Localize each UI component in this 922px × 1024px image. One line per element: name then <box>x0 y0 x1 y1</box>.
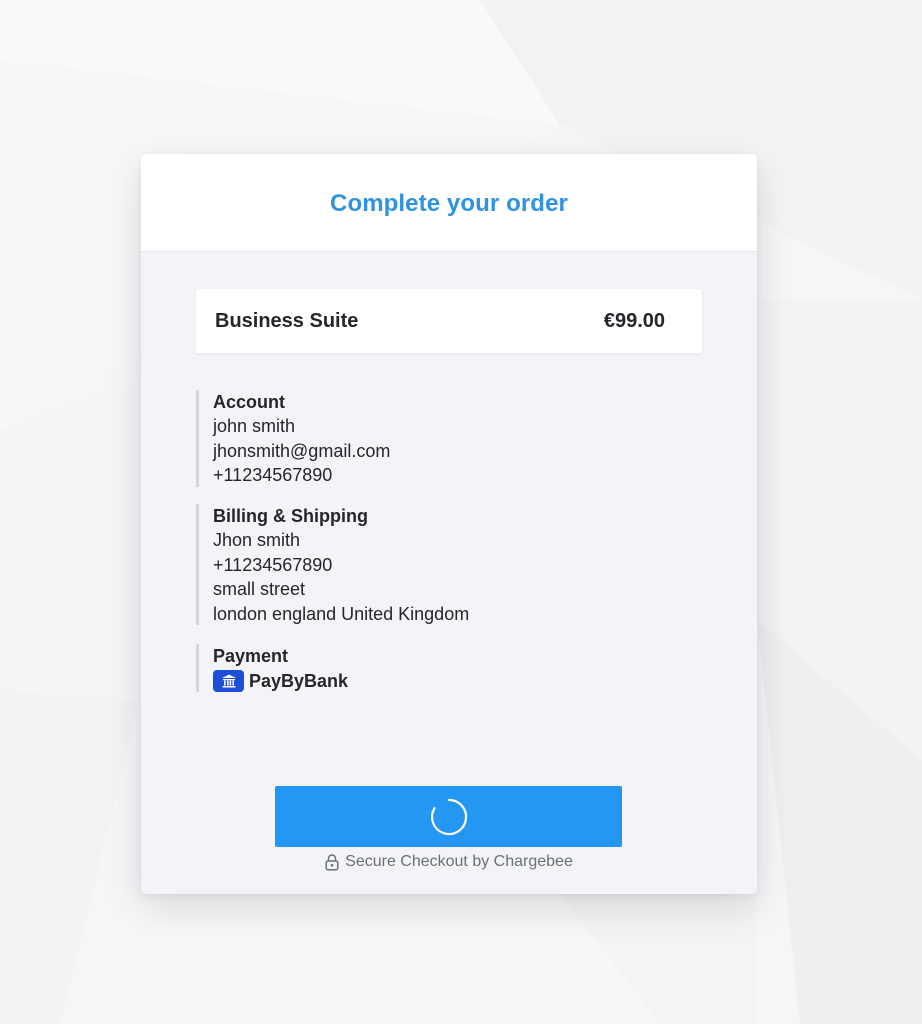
account-title: Account <box>213 392 285 412</box>
billing-city-line: london england United Kingdom <box>213 603 470 624</box>
spinner-icon <box>430 798 467 835</box>
checkout-modal: Complete your order Business Suite €99.0… <box>141 154 757 894</box>
payment-title: Payment <box>213 646 289 666</box>
secure-checkout-text: Secure Checkout by Chargebee <box>345 853 573 870</box>
bank-icon <box>213 670 244 692</box>
payment-method-label: PayByBank <box>249 670 349 691</box>
lock-icon <box>325 853 339 871</box>
payment-section: Payment PayByBank <box>196 644 348 692</box>
billing-title: Billing & Shipping <box>213 506 368 526</box>
billing-name: Jhon smith <box>213 530 301 550</box>
payment-method: PayByBank <box>213 669 348 693</box>
page-title: Complete your order <box>330 189 568 217</box>
product-name: Business Suite <box>215 309 359 332</box>
order-summary-card: Business Suite €99.00 <box>196 289 702 353</box>
pay-button[interactable] <box>275 786 622 847</box>
modal-header: Complete your order <box>141 154 757 252</box>
account-email: jhonsmith@gmail.com <box>213 440 391 461</box>
billing-shipping-section: Billing & Shipping Jhon smith +112345678… <box>196 504 469 625</box>
product-price: €99.00 <box>603 309 665 332</box>
account-section: Account john smith jhonsmith@gmail.com +… <box>196 390 390 487</box>
account-name: john smith <box>213 416 296 436</box>
account-phone: +11234567890 <box>213 465 333 485</box>
secure-checkout-note: Secure Checkout by Chargebee <box>141 853 757 871</box>
billing-street: small street <box>213 579 306 599</box>
billing-phone: +11234567890 <box>213 554 333 575</box>
